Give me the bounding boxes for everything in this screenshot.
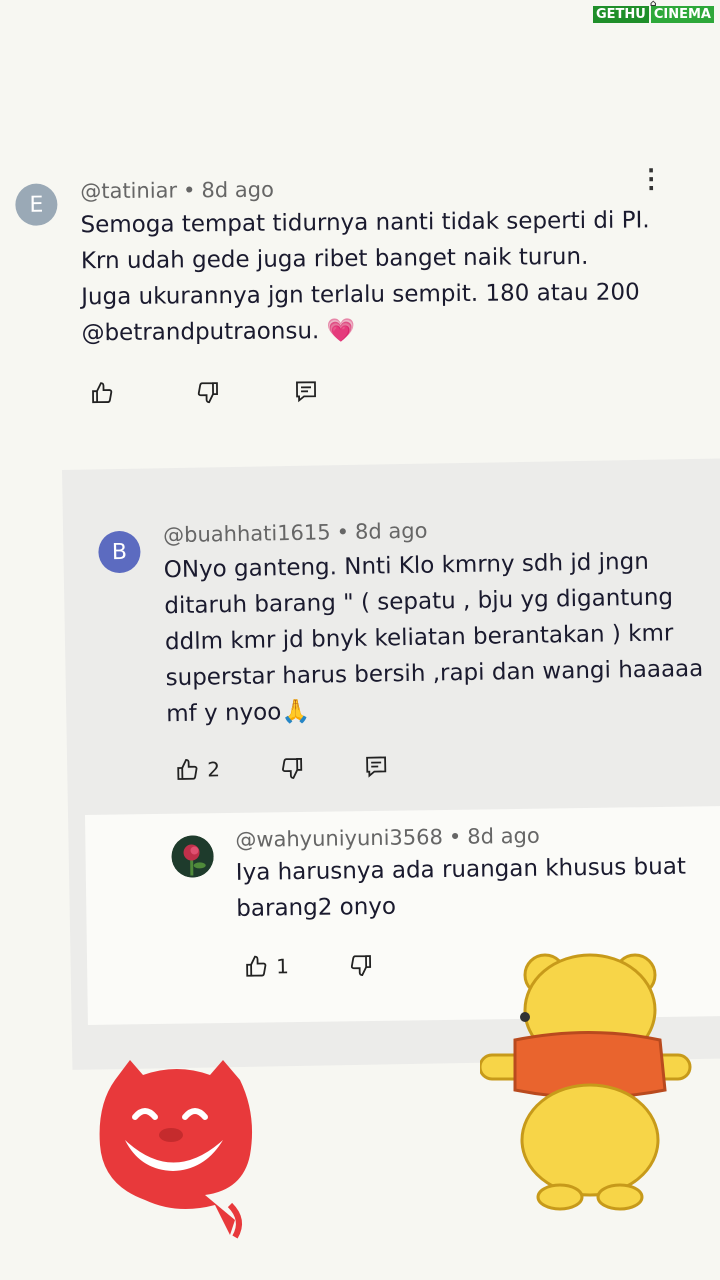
timestamp: 8d ago	[354, 518, 428, 544]
more-options-icon[interactable]: ⋮	[713, 502, 720, 532]
timestamp: 8d ago	[201, 177, 275, 203]
thumbs-down-icon	[197, 382, 218, 404]
like-count: 1	[275, 954, 290, 979]
reply-icon	[365, 756, 386, 778]
avatar-letter: E	[29, 192, 44, 218]
reply-icon	[296, 381, 316, 403]
like-button[interactable]	[90, 381, 122, 405]
comment-actions: 2	[175, 754, 388, 782]
dislike-button[interactable]	[280, 756, 304, 780]
watermark-part2: CINEMA	[650, 6, 714, 23]
reply-text: Iya harusnya ada ruangan khusus buat bar…	[235, 853, 687, 922]
reply-actions: 1	[244, 953, 373, 979]
camera-icon: ⌂	[650, 0, 657, 9]
like-button[interactable]: 1	[244, 954, 289, 979]
watermark-part1: GETHU	[593, 6, 649, 23]
username[interactable]: @buahhati1615	[163, 520, 331, 547]
username[interactable]: @wahyuniyuni3568	[235, 825, 443, 852]
thumbs-down-icon	[281, 757, 302, 779]
reply-meta: @wahyuniyuni3568 • 8d ago	[235, 823, 540, 852]
like-count: 2	[207, 757, 221, 782]
rose-avatar-icon	[171, 835, 214, 878]
comment-meta: @buahhati1615 • 8d ago	[162, 518, 428, 548]
red-devil-sticker	[99, 1060, 253, 1239]
comment-actions	[90, 379, 318, 405]
avatar[interactable]: E	[15, 183, 58, 226]
thumbs-up-icon	[246, 955, 267, 977]
reply-button[interactable]	[364, 754, 388, 778]
timestamp: 8d ago	[467, 823, 540, 849]
dislike-button[interactable]	[196, 380, 220, 404]
thumbs-up-icon	[92, 382, 113, 404]
avatar-letter: B	[111, 539, 128, 565]
watermark: ⌂ GETHU CINEMA	[593, 0, 714, 23]
thumbs-up-icon	[177, 758, 198, 780]
dislike-button[interactable]	[349, 953, 373, 977]
winnie-the-pooh-sticker	[480, 953, 692, 1211]
more-options-icon[interactable]: ⋮	[638, 163, 664, 193]
avatar[interactable]	[171, 835, 214, 878]
like-button[interactable]: 2	[175, 757, 220, 782]
thumbs-down-icon	[350, 955, 371, 977]
comment-meta: @tatiniar • 8d ago	[80, 177, 275, 204]
avatar[interactable]: B	[98, 530, 141, 574]
comment-text: Semoga tempat tidurnya nanti tidak seper…	[80, 207, 650, 347]
username[interactable]: @tatiniar	[80, 178, 177, 203]
reply-button[interactable]	[294, 379, 318, 403]
comment-text: ONyo ganteng. Nnti Klo kmrny sdh jd jngn…	[163, 548, 704, 728]
comment-card: E @tatiniar • 8d ago ⋮ Semoga tempat tidur…	[0, 154, 720, 430]
